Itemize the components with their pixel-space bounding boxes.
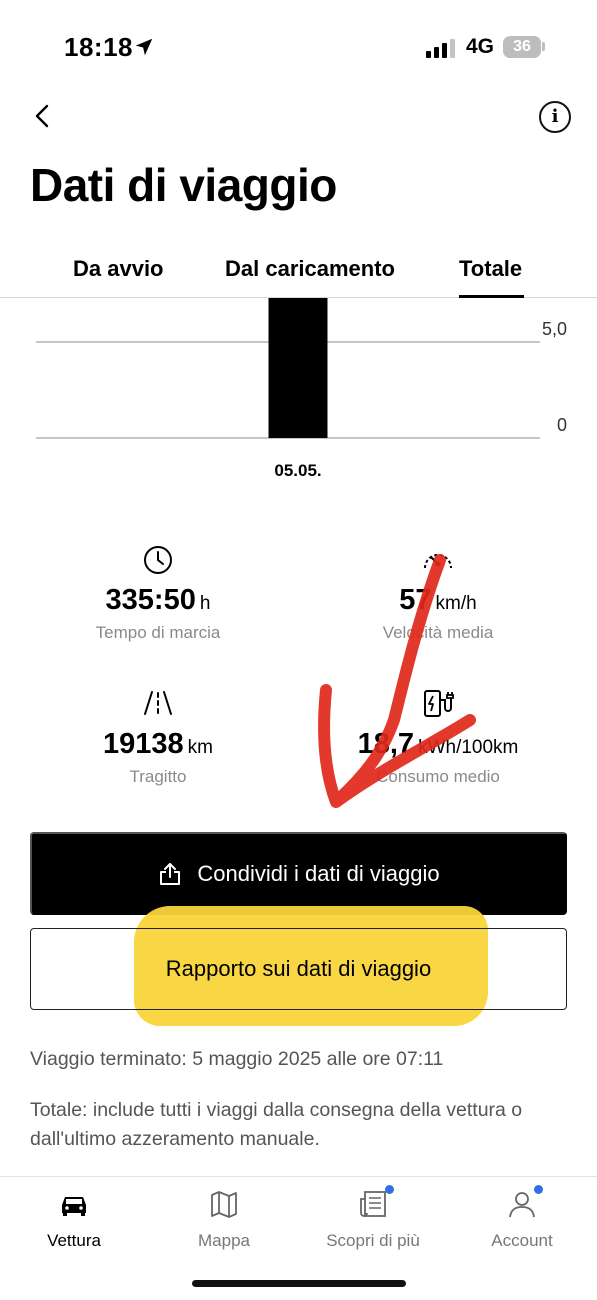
status-time: 18:18: [64, 32, 133, 62]
stat-driving-time: 335:50 h Tempo di marcia: [38, 544, 278, 643]
tab-totale[interactable]: Totale: [459, 256, 522, 282]
map-icon: [211, 1191, 237, 1218]
chart-svg: 5,0 0 05.05.: [36, 298, 567, 480]
total-note-text: Totale: include tutti i viaggi dalla con…: [30, 1099, 523, 1150]
nav-label: Account: [491, 1231, 553, 1250]
news-icon-wrapper: [356, 1185, 394, 1219]
stat-label: Tempo di marcia: [95, 623, 221, 642]
stat-label: Tragitto: [129, 767, 187, 786]
notification-badge: [534, 1185, 543, 1194]
user-icon-wrapper: [505, 1185, 543, 1219]
nav-item-account[interactable]: Account: [462, 1185, 582, 1251]
network-type: 4G: [466, 35, 495, 58]
tab-da-avvio[interactable]: Da avvio: [73, 256, 164, 282]
car-icon: [62, 1197, 86, 1216]
stat-value: 19138: [103, 728, 184, 760]
road-icon: [144, 691, 172, 715]
share-icon: [160, 862, 181, 885]
consumption-chart: 5,0 0 05.05.: [0, 298, 597, 498]
chevron-left-icon[interactable]: [28, 100, 58, 132]
stat-value: 57: [399, 584, 432, 616]
nav-item-scopri-di-piu[interactable]: Scopri di più: [313, 1185, 433, 1251]
user-icon: [509, 1192, 535, 1218]
page-title: Dati di viaggio: [30, 159, 337, 211]
stat-average-speed: 57 km/h Velocità media: [318, 544, 558, 643]
nav-item-vettura[interactable]: Vettura: [14, 1189, 134, 1251]
signal-icon: [426, 39, 455, 58]
nav-label: Scopri di più: [326, 1231, 420, 1250]
trip-data-report-button[interactable]: Rapporto sui dati di viaggio: [30, 928, 567, 1010]
stat-unit: km: [187, 737, 213, 758]
tab-dal-caricamento[interactable]: Dal caricamento: [225, 256, 395, 282]
chart-bar: [268, 298, 328, 438]
stat-unit: kWh/100km: [418, 737, 519, 758]
x-tick-label: 05.05.: [274, 461, 321, 480]
stat-value: 335:50: [105, 584, 196, 616]
y-tick-label: 0: [557, 415, 567, 435]
tab-bar: Da avvio Dal caricamento Totale: [0, 250, 597, 298]
stat-label: Velocità media: [382, 623, 494, 642]
report-button-label: Rapporto sui dati di viaggio: [165, 956, 432, 981]
stat-average-consumption: 18,7 kWh/100km Consumo medio: [318, 688, 558, 787]
share-trip-data-button[interactable]: Condividi i dati di viaggio: [30, 832, 567, 915]
nav-label: Vettura: [47, 1231, 101, 1250]
stat-unit: h: [199, 593, 211, 614]
news-icon: [360, 1191, 386, 1217]
nav-item-mappa[interactable]: Mappa: [164, 1189, 284, 1251]
trip-ended-text: Viaggio terminato: 5 maggio 2025 alle or…: [30, 1048, 444, 1070]
y-tick-label: 5,0: [542, 319, 567, 339]
stat-value: 18,7: [357, 728, 415, 760]
battery-icon: 36: [503, 36, 541, 58]
home-indicator: [192, 1280, 406, 1287]
location-arrow-icon: [135, 38, 153, 56]
ev-charger-icon: [424, 690, 454, 717]
speedometer-icon: [424, 554, 452, 569]
info-icon[interactable]: i: [539, 101, 571, 133]
notification-badge: [385, 1185, 394, 1194]
status-bar: 18:18 4G 36: [0, 0, 597, 96]
stat-label: Consumo medio: [376, 767, 500, 786]
share-button-label: Condividi i dati di viaggio: [197, 860, 440, 886]
clock-icon: [144, 546, 172, 574]
stat-unit: km/h: [435, 593, 477, 614]
battery-cap: [542, 42, 545, 51]
stat-distance: 19138 km Tragitto: [38, 688, 278, 787]
nav-label: Mappa: [198, 1231, 250, 1250]
